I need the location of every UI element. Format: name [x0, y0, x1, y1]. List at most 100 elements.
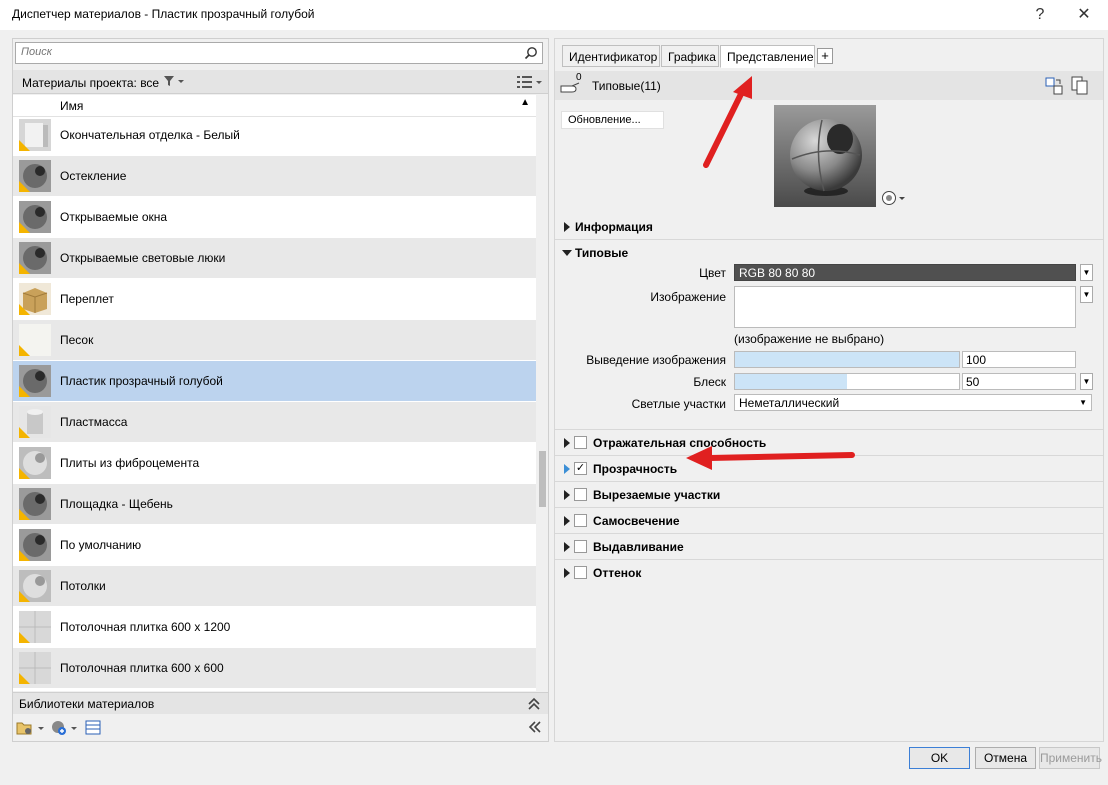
tint-checkbox[interactable]	[574, 566, 587, 579]
expand-arrow-icon[interactable]	[564, 568, 570, 578]
list-item[interactable]: Пластик прозрачный голубой	[13, 361, 536, 402]
slider-fill	[735, 352, 959, 367]
list-header[interactable]: Имя ▲	[13, 95, 536, 117]
list-item[interactable]: Песок	[13, 320, 536, 361]
image-slot[interactable]	[734, 286, 1076, 328]
cancel-button[interactable]: Отмена	[975, 747, 1036, 769]
list-scrollbar[interactable]	[537, 95, 548, 691]
double-chevron-left-icon[interactable]	[528, 721, 542, 733]
material-thumbnail	[19, 611, 51, 643]
glossiness-dropdown[interactable]: ▼	[1080, 373, 1093, 390]
list-item[interactable]: Открываемые окна	[13, 197, 536, 238]
chevron-down-icon: ▼	[1079, 398, 1087, 407]
list-item[interactable]: Потолочная плитка 600 x 1200	[13, 607, 536, 648]
image-dropdown[interactable]: ▼	[1080, 286, 1093, 303]
help-button[interactable]: ?	[1027, 4, 1053, 26]
image-fade-slider[interactable]	[734, 351, 960, 368]
tab-graphics[interactable]: Графика	[661, 45, 719, 67]
ok-button[interactable]: OK	[909, 747, 970, 769]
list-item[interactable]: Открываемые световые люки	[13, 238, 536, 279]
list-item[interactable]: По умолчанию	[13, 525, 536, 566]
list-item[interactable]: Остекление	[13, 156, 536, 197]
warning-badge-icon	[19, 468, 30, 479]
expand-arrow-icon[interactable]	[564, 516, 570, 526]
search-box[interactable]	[15, 42, 543, 64]
expand-arrow-icon[interactable]	[564, 542, 570, 552]
list-item[interactable]: Площадка - Щебень	[13, 484, 536, 525]
highlights-select[interactable]: Неметаллический ▼	[734, 394, 1092, 411]
material-thumbnail	[19, 324, 51, 356]
warning-badge-icon	[19, 550, 30, 561]
bump-checkbox[interactable]	[574, 540, 587, 553]
section-reflectivity[interactable]: Отражательная способность	[555, 430, 1103, 456]
add-asset-tab-button[interactable]: +	[817, 48, 833, 64]
section-title: Самосвечение	[593, 514, 680, 528]
image-label: Изображение	[650, 290, 726, 304]
material-name: Пластмасса	[60, 415, 128, 429]
material-name: Пластик прозрачный голубой	[60, 374, 223, 388]
column-header-name[interactable]: Имя	[60, 99, 83, 113]
update-preview-button[interactable]: Обновление...	[561, 111, 664, 129]
self-illumination-checkbox[interactable]	[574, 514, 587, 527]
material-editor-icon[interactable]	[85, 720, 101, 735]
duplicate-asset-icon[interactable]	[1071, 76, 1089, 95]
section-cutouts[interactable]: Вырезаемые участки	[555, 482, 1103, 508]
search-icon[interactable]	[524, 46, 538, 60]
expand-arrow-icon[interactable]	[564, 438, 570, 448]
library-label: Библиотеки материалов	[19, 697, 155, 711]
slider-fill	[735, 374, 847, 389]
search-input[interactable]	[21, 46, 501, 58]
material-name: Остекление	[60, 169, 127, 183]
library-bar[interactable]: Библиотеки материалов	[13, 692, 548, 714]
color-dropdown[interactable]: ▼	[1080, 264, 1093, 281]
section-title: Выдавливание	[593, 540, 684, 554]
open-library-icon[interactable]	[16, 720, 46, 736]
list-item[interactable]: Потолки	[13, 566, 536, 607]
apply-button[interactable]: Применить	[1039, 747, 1102, 769]
warning-badge-icon	[19, 427, 30, 438]
list-item[interactable]: Пластмасса	[13, 402, 536, 443]
section-transparency[interactable]: ✓ Прозрачность	[555, 456, 1103, 482]
warning-badge-icon	[19, 304, 30, 315]
material-name: Потолочная плитка 600 x 1200	[60, 620, 231, 634]
section-self-illumination[interactable]: Самосвечение	[555, 508, 1103, 534]
warning-badge-icon	[19, 181, 30, 192]
list-item[interactable]: Потолочная плитка 600 x 600	[13, 648, 536, 689]
image-fade-input[interactable]: 100	[962, 351, 1076, 368]
list-item[interactable]: Окончательная отделка - Белый	[13, 115, 536, 156]
reflectivity-checkbox[interactable]	[574, 436, 587, 449]
expand-arrow-icon[interactable]	[564, 222, 570, 232]
expand-arrow-icon[interactable]	[564, 490, 570, 500]
list-item[interactable]: Плиты из фиброцемента	[13, 443, 536, 484]
view-options-icon[interactable]	[516, 75, 544, 89]
color-swatch[interactable]: RGB 80 80 80	[734, 264, 1076, 281]
material-thumbnail	[19, 529, 51, 561]
expand-arrow-icon[interactable]	[564, 464, 570, 474]
library-toolbar	[13, 716, 548, 740]
list-item[interactable]: Переплет	[13, 279, 536, 320]
glossiness-input[interactable]: 50	[962, 373, 1076, 390]
section-bump[interactable]: Выдавливание	[555, 534, 1103, 560]
sort-ascending-icon[interactable]: ▲	[520, 97, 530, 108]
scrollbar-thumb[interactable]	[539, 451, 546, 507]
double-chevron-up-icon[interactable]	[528, 697, 540, 711]
material-thumbnail	[19, 201, 51, 233]
material-thumbnail	[19, 488, 51, 520]
materials-rows: Обмазка, бежевая, текстурированнаяОконча…	[13, 95, 536, 689]
section-tint[interactable]: Оттенок	[555, 560, 1103, 586]
tab-appearance[interactable]: Представление	[720, 45, 815, 68]
window-title: Диспетчер материалов - Пластик прозрачны…	[12, 7, 315, 21]
warning-badge-icon	[19, 263, 30, 274]
close-button[interactable]: ✕	[1071, 4, 1097, 26]
transparency-checkbox[interactable]: ✓	[574, 462, 587, 475]
replace-asset-icon[interactable]	[1045, 77, 1063, 95]
glossiness-slider[interactable]	[734, 373, 960, 390]
create-material-icon[interactable]	[50, 719, 80, 737]
section-information[interactable]: Информация	[555, 214, 1103, 240]
tab-identity[interactable]: Идентификатор	[562, 45, 660, 67]
collapse-arrow-icon[interactable]	[562, 250, 572, 256]
preview-options-icon[interactable]	[880, 190, 906, 206]
cutouts-checkbox[interactable]	[574, 488, 587, 501]
section-title: Типовые	[575, 246, 629, 260]
filter-icon[interactable]	[163, 75, 185, 87]
